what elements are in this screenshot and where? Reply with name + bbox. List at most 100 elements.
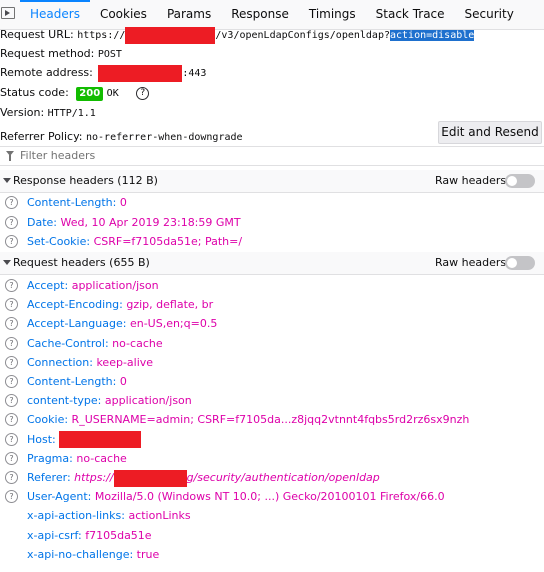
question-circle-icon[interactable]: ?	[5, 355, 18, 369]
header-row[interactable]: ? Accept: application/json	[0, 276, 544, 295]
header-value: 0	[119, 375, 127, 388]
header-value: true	[136, 547, 160, 561]
edit-and-resend-button[interactable]: Edit and Resend	[438, 121, 542, 144]
panel-toggle-icon[interactable]	[1, 7, 15, 19]
request-url-prefix[interactable]: https://	[77, 30, 125, 41]
header-name-text: x-api-no-challenge	[27, 547, 130, 561]
header-name-text: Host	[27, 432, 53, 446]
header-row[interactable]: ? Referer: https://g/security/authenticat…	[0, 468, 544, 487]
header-name-text: x-api-action-links	[27, 509, 122, 523]
remote-address-port[interactable]: :443	[182, 68, 206, 79]
header-row[interactable]: x-api-action-links: actionLinks	[0, 506, 544, 525]
filter-icon	[6, 151, 14, 161]
header-name: content-type: application/json	[27, 394, 192, 408]
question-circle-icon[interactable]: ?	[5, 279, 18, 292]
header-row[interactable]: x-api-csrf: f7105da51e	[0, 526, 544, 545]
redacted-host	[125, 26, 216, 44]
header-row[interactable]: ? Host:	[0, 430, 544, 449]
header-name: Cookie: R_USERNAME=admin; CSRF=f7105da..…	[27, 413, 470, 427]
header-row[interactable]: ? content-type: application/json	[0, 391, 544, 410]
question-circle-icon[interactable]: ?	[136, 86, 150, 100]
header-value: CSRF=f7105da51e; Path=/	[93, 235, 243, 248]
header-name-text: Accept	[27, 279, 65, 292]
header-row[interactable]: ? Cookie: R_USERNAME=admin; CSRF=f7105da.…	[0, 410, 544, 429]
header-value: https://	[74, 471, 114, 484]
referrer-policy-label: Referrer Policy:	[0, 130, 83, 143]
response-headers-section-header[interactable]: Response headers (112 B) Raw headers	[0, 170, 544, 193]
twisty-down-icon[interactable]	[3, 260, 11, 265]
header-value: g/security/authentication/openldap	[186, 471, 380, 484]
header-row[interactable]: ? Accept-Encoding: gzip, deflate, br	[0, 295, 544, 314]
header-name-text: Cookie	[27, 413, 65, 427]
status-text: OK	[106, 88, 119, 99]
request-url-path[interactable]: /v3/openLdapConfigs/openldap?	[215, 30, 390, 41]
header-value: Wed, 10 Apr 2019 23:18:59 GMT	[60, 215, 241, 229]
header-row[interactable]: ? Cache-Control: no-cache	[0, 334, 544, 353]
raw-headers-toggle[interactable]	[505, 256, 535, 270]
filter-headers-input[interactable]: Filter headers	[20, 147, 95, 165]
question-circle-icon[interactable]: ?	[5, 215, 18, 229]
header-name-text: x-api-csrf	[27, 528, 79, 542]
twisty-down-icon[interactable]	[3, 178, 11, 183]
header-value: gzip, deflate, br	[126, 298, 214, 312]
header-row[interactable]: ? Content-Length: 0	[0, 372, 544, 391]
header-row[interactable]: x-api-no-challenge: true	[0, 545, 544, 564]
header-row[interactable]: ? User-Agent: Mozilla/5.0 (Windows NT 10.…	[0, 487, 544, 506]
question-circle-icon[interactable]: ?	[5, 413, 18, 427]
redacted-host	[59, 431, 142, 449]
header-name: x-api-csrf: f7105da51e	[27, 528, 152, 542]
header-name: User-Agent: Mozilla/5.0 (Windows NT 10.0…	[27, 490, 445, 504]
request-headers-section-header[interactable]: Request headers (655 B) Raw headers	[0, 252, 544, 275]
header-row[interactable]: ? Connection: keep-alive	[0, 353, 544, 372]
status-code-label: Status code:	[0, 86, 69, 99]
request-headers-title: Request headers (655 B)	[13, 256, 150, 269]
header-name: Accept: application/json	[27, 279, 159, 292]
header-name: x-api-action-links: actionLinks	[27, 509, 191, 523]
header-row[interactable]: ? Pragma: no-cache	[0, 449, 544, 468]
question-circle-icon[interactable]: ?	[5, 336, 18, 350]
request-url-query[interactable]: action=disable	[390, 30, 475, 41]
header-row[interactable]: ? Set-Cookie: CSRF=f7105da51e; Path=/	[0, 232, 544, 251]
header-row[interactable]: ? Date: Wed, 10 Apr 2019 23:18:59 GMT	[0, 213, 544, 232]
header-name-text: Accept-Language	[27, 317, 123, 331]
header-name: Content-Length: 0	[27, 375, 127, 388]
header-name-text: Content-Length	[27, 196, 113, 209]
header-name: x-api-no-challenge: true	[27, 547, 160, 561]
header-value: no-cache	[76, 451, 127, 465]
status-code-row: Status code: 200 OK ?	[0, 82, 544, 103]
header-name: Accept-Encoding: gzip, deflate, br	[27, 298, 214, 312]
request-url-row: Request URL: https:// /v3/openLdapConfigs…	[0, 25, 544, 44]
question-circle-icon[interactable]: ?	[5, 196, 18, 209]
question-circle-icon[interactable]: ?	[5, 394, 18, 408]
question-circle-icon[interactable]: ?	[5, 432, 18, 446]
raw-headers-toggle[interactable]	[505, 174, 535, 188]
header-name: Host:	[27, 430, 142, 449]
request-method-value[interactable]: POST	[98, 49, 122, 60]
remote-address-row: Remote address: :443	[0, 63, 544, 82]
version-value[interactable]: HTTP/1.1	[48, 108, 96, 119]
header-name-text: User-Agent	[27, 490, 88, 504]
header-name: Connection: keep-alive	[27, 355, 154, 369]
header-name-text: Pragma	[27, 451, 70, 465]
header-value: application/json	[104, 394, 192, 408]
question-circle-icon[interactable]: ?	[5, 451, 18, 465]
question-circle-icon[interactable]: ?	[5, 235, 18, 248]
question-circle-icon[interactable]: ?	[5, 298, 18, 312]
question-circle-icon[interactable]: ?	[5, 317, 18, 331]
question-circle-icon[interactable]: ?	[5, 375, 18, 388]
header-name-text: content-type	[27, 394, 98, 408]
version-label: Version:	[0, 106, 45, 119]
header-value: en-US,en;q=0.5	[129, 317, 218, 331]
header-value: f7105da51e	[85, 528, 152, 542]
question-circle-icon[interactable]: ?	[5, 471, 18, 484]
header-value: 0	[119, 196, 127, 209]
header-value: actionLinks	[128, 509, 191, 523]
question-circle-icon[interactable]: ?	[5, 490, 18, 504]
header-row[interactable]: ? Accept-Language: en-US,en;q=0.5	[0, 314, 544, 333]
redacted-address	[98, 64, 183, 82]
header-value: no-cache	[112, 336, 163, 350]
raw-headers-label: Raw headers	[435, 174, 507, 187]
header-row[interactable]: ? Content-Length: 0	[0, 193, 544, 212]
header-name-text: Connection	[27, 355, 90, 369]
referrer-policy-value[interactable]: no-referrer-when-downgrade	[86, 132, 243, 143]
